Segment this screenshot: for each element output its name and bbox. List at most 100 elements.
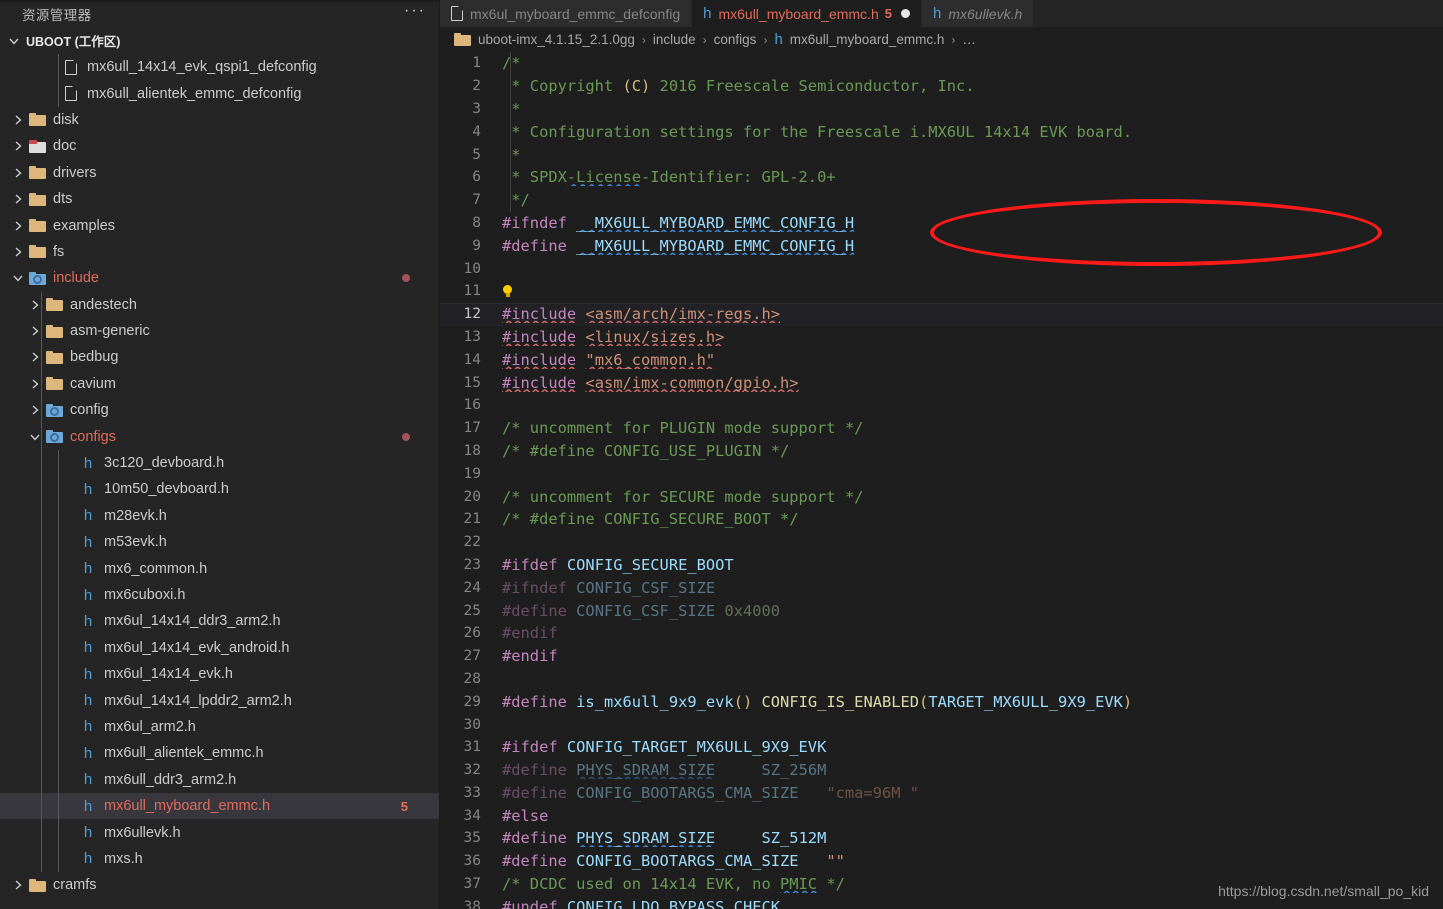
tree-item-disk[interactable]: disk — [0, 107, 440, 133]
code-line[interactable]: 17 /* uncomment for PLUGIN mode support *… — [440, 417, 1443, 440]
code-line[interactable]: 34 #else — [440, 804, 1443, 827]
workspace-section-header[interactable]: UBOOT (工作区) — [0, 27, 440, 54]
tree-item-mx6ull-myboard-emmc-h[interactable]: h mx6ull_myboard_emmc.h 5 — [0, 792, 440, 820]
code-line[interactable]: 5 * — [440, 143, 1443, 166]
tree-item-10m50-devboard-h[interactable]: h 10m50_devboard.h — [0, 476, 440, 502]
code-line[interactable]: 22 — [440, 531, 1443, 554]
code-text — [502, 282, 1443, 300]
tree-item-label: m53evk.h — [104, 534, 167, 551]
tree-item-andestech[interactable]: andestech — [0, 292, 440, 318]
unsaved-dot-icon[interactable] — [900, 9, 910, 18]
tree-item-mx6-common-h[interactable]: h mx6_common.h — [0, 555, 440, 581]
tree-item-mx6ull-alientek-emmc-h[interactable]: h mx6ull_alientek_emmc.h — [0, 740, 440, 766]
tree-indent-guide — [58, 54, 59, 107]
code-line[interactable]: 4 * Configuration settings for the Frees… — [440, 120, 1443, 143]
chevron-right-icon[interactable] — [10, 191, 26, 207]
tree-item-mx6ull-alientek-emmc-defconfig[interactable]: mx6ull_alientek_emmc_defconfig — [0, 80, 440, 106]
editor-tab-2[interactable]: h mx6ullevk.h — [921, 0, 1035, 27]
code-token: -Identifier: GPL-2.0+ — [641, 168, 836, 187]
code-line[interactable]: 23 #ifdef CONFIG_SECURE_BOOT — [440, 554, 1443, 577]
more-actions-icon[interactable]: ··· — [404, 2, 426, 21]
code-line[interactable]: 2 * Copyright (C) 2016 Freescale Semicon… — [440, 75, 1443, 98]
tree-item-mx6ul-14x14-evk-h[interactable]: h mx6ul_14x14_evk.h — [0, 661, 440, 687]
file-tree[interactable]: mx6ull_14x14_evk_qspi1_defconfig mx6ull_a… — [0, 54, 440, 909]
code-line[interactable]: 8 #ifndef __MX6ULL_MYBOARD_EMMC_CONFIG_H — [440, 212, 1443, 235]
tree-item-label: examples — [53, 217, 116, 234]
breadcrumb-item-4[interactable]: … — [962, 32, 976, 47]
code-line[interactable]: 15 #include <asm/imx-common/gpio.h> — [440, 371, 1443, 394]
code-line[interactable]: 36 #define CONFIG_BOOTARGS_CMA_SIZE "" — [440, 850, 1443, 873]
code-line[interactable]: 21 /* #define CONFIG_SECURE_BOOT */ — [440, 508, 1443, 531]
tree-item-mx6ul-14x14-ddr3-arm2-h[interactable]: h mx6ul_14x14_ddr3_arm2.h — [0, 608, 440, 634]
breadcrumb-item-0[interactable]: uboot-imx_4.1.15_2.1.0gg — [454, 32, 635, 47]
tree-item-mx6ullevk-h[interactable]: h mx6ullevk.h — [0, 819, 440, 845]
code-line[interactable]: 7 */ — [440, 189, 1443, 212]
tree-item-mx6ul-arm2-h[interactable]: h mx6ul_arm2.h — [0, 714, 440, 740]
chevron-right-icon[interactable] — [10, 112, 26, 128]
chevron-right-icon[interactable] — [10, 165, 26, 181]
tree-item-config[interactable]: config — [0, 397, 440, 423]
code-line[interactable]: 24 #ifndef CONFIG_CSF_SIZE — [440, 576, 1443, 599]
chevron-right-icon[interactable] — [10, 138, 26, 154]
editor-tab-0[interactable]: mx6ul_myboard_emmc_defconfig — [440, 0, 693, 27]
breadcrumb-item-3[interactable]: h mx6ull_myboard_emmc.h — [774, 31, 944, 48]
code-token: #ifdef — [502, 555, 558, 574]
editor-tab-1[interactable]: h mx6ull_myboard_emmc.h 5 — [692, 0, 922, 27]
tree-item-drivers[interactable]: drivers — [0, 160, 440, 186]
code-line[interactable]: 28 — [440, 668, 1443, 691]
chevron-right-icon[interactable] — [10, 244, 26, 260]
tree-item-cramfs[interactable]: cramfs — [0, 872, 440, 898]
chevron-right-icon[interactable] — [10, 877, 26, 893]
tree-item-mx6ull-ddr3-arm2-h[interactable]: h mx6ull_ddr3_arm2.h — [0, 767, 440, 793]
lightbulb-quickfix-icon[interactable] — [502, 284, 513, 299]
tree-item-bedbug[interactable]: bedbug — [0, 344, 440, 370]
code-line[interactable]: 9 #define __MX6ULL_MYBOARD_EMMC_CONFIG_H — [440, 234, 1443, 257]
breadcrumb-item-1[interactable]: include — [653, 32, 696, 47]
code-line[interactable]: 20 /* uncomment for SECURE mode support *… — [440, 485, 1443, 508]
breadcrumb-separator: › — [951, 32, 956, 47]
code-line[interactable]: 30 — [440, 713, 1443, 736]
code-line[interactable]: 10 — [440, 257, 1443, 280]
tree-item-3c120-devboard-h[interactable]: h 3c120_devboard.h — [0, 450, 440, 476]
editor-tab-bar[interactable]: mx6ul_myboard_emmc_defconfig h mx6ull_mybo… — [440, 0, 1443, 27]
code-line[interactable]: 12 #include <asm/arch/imx-regs.h> — [440, 302, 1443, 326]
tree-item-fs[interactable]: fs — [0, 239, 440, 265]
code-line[interactable]: 31 #ifdef CONFIG_TARGET_MX6ULL_9X9_EVK — [440, 736, 1443, 759]
breadcrumb[interactable]: uboot-imx_4.1.15_2.1.0gg › include › configs… — [440, 27, 1443, 52]
tree-item-mx6ull-14x14-evk-qspi1-defconfig[interactable]: mx6ull_14x14_evk_qspi1_defconfig — [0, 54, 440, 80]
tree-item-asm-generic[interactable]: asm-generic — [0, 318, 440, 344]
code-line[interactable]: 27 #endif — [440, 645, 1443, 668]
code-line[interactable]: 35 #define PHYS_SDRAM_SIZE SZ_512M — [440, 827, 1443, 850]
code-line[interactable]: 32 #define PHYS_SDRAM_SIZE SZ_256M — [440, 759, 1443, 782]
tree-item-mx6ul-14x14-lpddr2-arm2-h[interactable]: h mx6ul_14x14_lpddr2_arm2.h — [0, 687, 440, 713]
line-number: 5 — [472, 146, 481, 163]
tree-item-m28evk-h[interactable]: h m28evk.h — [0, 503, 440, 529]
code-line[interactable]: 1 /* — [440, 52, 1443, 75]
tree-item-include[interactable]: include — [0, 265, 440, 291]
tree-item-dts[interactable]: dts — [0, 186, 440, 212]
code-line[interactable]: 14 #include "mx6_common.h" — [440, 348, 1443, 371]
code-line[interactable]: 6 * SPDX-License-Identifier: GPL-2.0+ — [440, 166, 1443, 189]
code-line[interactable]: 29 #define is_mx6ull_9x9_evk() CONFIG_IS_… — [440, 690, 1443, 713]
chevron-down-icon[interactable] — [10, 270, 26, 286]
tree-item-mxs-h[interactable]: h mxs.h — [0, 846, 440, 872]
tree-item-configs[interactable]: configs — [0, 423, 440, 449]
code-line[interactable]: 3 * — [440, 98, 1443, 121]
tree-item-cavium[interactable]: cavium — [0, 371, 440, 397]
tree-item-mx6cuboxi-h[interactable]: h mx6cuboxi.h — [0, 582, 440, 608]
code-line[interactable]: 19 — [440, 462, 1443, 485]
code-line[interactable]: 11 — [440, 280, 1443, 303]
code-editor[interactable]: 1 /* 2 * Copyright (C) 2016 Freescale Semi… — [440, 52, 1443, 909]
code-line[interactable]: 26 #endif — [440, 622, 1443, 645]
code-line[interactable]: 25 #define CONFIG_CSF_SIZE 0x4000 — [440, 599, 1443, 622]
tree-item-examples[interactable]: examples — [0, 212, 440, 238]
tree-item-doc[interactable]: doc — [0, 133, 440, 159]
tree-item-mx6ul-14x14-evk-android-h[interactable]: h mx6ul_14x14_evk_android.h — [0, 635, 440, 661]
code-line[interactable]: 33 #define CONFIG_BOOTARGS_CMA_SIZE "cma=… — [440, 782, 1443, 805]
chevron-right-icon[interactable] — [10, 218, 26, 234]
code-line[interactable]: 16 — [440, 394, 1443, 417]
code-line[interactable]: 18 /* #define CONFIG_USE_PLUGIN */ — [440, 440, 1443, 463]
tree-item-m53evk-h[interactable]: h m53evk.h — [0, 529, 440, 555]
code-line[interactable]: 13 #include <linux/sizes.h> — [440, 326, 1443, 349]
breadcrumb-item-2[interactable]: configs — [714, 32, 757, 47]
